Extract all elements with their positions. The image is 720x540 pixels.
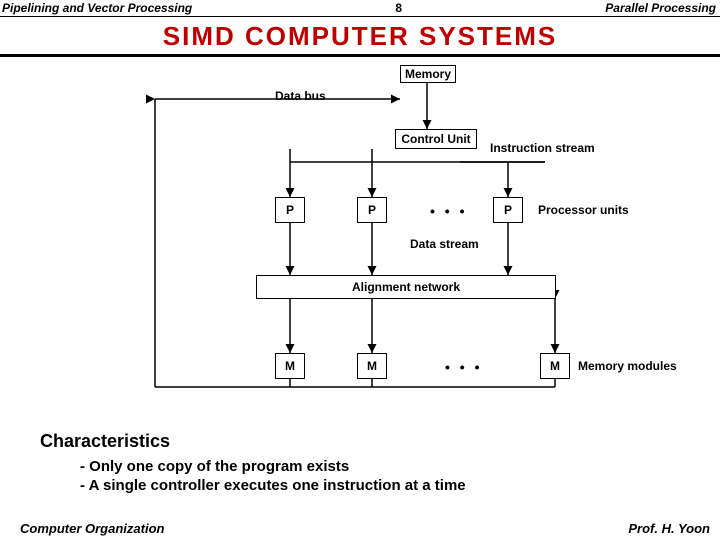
memory-mn: M: [540, 353, 570, 379]
characteristics-list: - Only one copy of the program exists - …: [0, 456, 720, 496]
memory-dots: • • •: [445, 359, 482, 375]
bullet-2: - A single controller executes one instr…: [80, 477, 720, 496]
alignment-network-box: Alignment network: [256, 275, 556, 299]
databus-label: Data bus: [275, 89, 326, 103]
slide-title: SIMD COMPUTER SYSTEMS: [0, 17, 720, 54]
memory-modules-label: Memory modules: [578, 359, 677, 373]
top-header: Pipelining and Vector Processing 8 Paral…: [0, 0, 720, 17]
processor-p2: P: [357, 197, 387, 223]
bullet-1: - Only one copy of the program exists: [80, 458, 720, 477]
memory-m2: M: [357, 353, 387, 379]
page-number: 8: [389, 1, 409, 15]
simd-diagram: Memory Data bus Control Unit Instruction…: [0, 57, 720, 427]
instruction-stream-label: Instruction stream: [490, 141, 595, 155]
header-left: Pipelining and Vector Processing: [2, 1, 192, 15]
processor-units-label: Processor units: [538, 203, 629, 217]
characteristics-heading: Characteristics: [0, 427, 720, 456]
processor-pn: P: [493, 197, 523, 223]
footer-right: Prof. H. Yoon: [628, 521, 710, 536]
processor-dots: • • •: [430, 203, 467, 219]
memory-box: Memory: [400, 65, 456, 83]
processor-p1: P: [275, 197, 305, 223]
data-stream-label: Data stream: [410, 237, 479, 251]
footer: Computer Organization Prof. H. Yoon: [0, 521, 720, 536]
control-unit-box: Control Unit: [395, 129, 477, 149]
memory-m1: M: [275, 353, 305, 379]
header-right: Parallel Processing: [605, 1, 716, 15]
footer-left: Computer Organization: [20, 521, 164, 536]
